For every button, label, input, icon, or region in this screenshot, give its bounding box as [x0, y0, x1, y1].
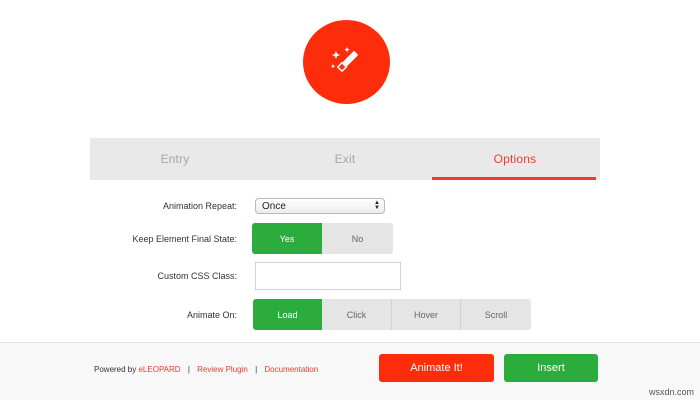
tab-options[interactable]: Options [430, 138, 600, 180]
tab-exit[interactable]: Exit [260, 138, 430, 180]
select-arrows-icon: ▲ ▼ [374, 200, 380, 211]
magic-wand-icon [330, 47, 358, 73]
final-state-toggle: Yes No [252, 223, 393, 254]
final-state-yes[interactable]: Yes [252, 223, 322, 254]
animation-repeat-select[interactable]: Once ▲ ▼ [255, 198, 385, 214]
animate-on-load[interactable]: Load [253, 299, 322, 330]
tab-entry[interactable]: Entry [90, 138, 260, 180]
custom-css-class-input[interactable] [255, 262, 401, 290]
animate-on-segment: Load Click Hover Scroll [253, 299, 531, 330]
powered-by-text: Powered by [94, 365, 137, 374]
documentation-link[interactable]: Documentation [264, 365, 318, 374]
watermark-text: wsxdn.com [648, 387, 694, 397]
review-plugin-link[interactable]: Review Plugin [197, 365, 248, 374]
final-state-no[interactable]: No [322, 223, 393, 254]
animate-on-click[interactable]: Click [322, 299, 391, 330]
magic-wand-badge [303, 20, 390, 104]
animate-on-scroll[interactable]: Scroll [460, 299, 531, 330]
animate-on-hover[interactable]: Hover [391, 299, 460, 330]
eleopard-link[interactable]: eLEOPARD [138, 365, 180, 374]
separator: | [187, 365, 190, 374]
animation-repeat-value: Once [262, 200, 286, 212]
footer-bar: Powered by eLEOPARD | Review Plugin | Do… [0, 342, 700, 400]
insert-button[interactable]: Insert [504, 354, 598, 382]
animate-it-button[interactable]: Animate It! [379, 354, 494, 382]
tab-bar: Entry Exit Options [90, 138, 600, 180]
credits: Powered by eLEOPARD | Review Plugin | Do… [94, 365, 318, 374]
animation-repeat-label: Animation Repeat: [162, 201, 237, 211]
final-state-label: Keep Element Final State: [132, 234, 237, 244]
animate-on-label: Animate On: [186, 310, 237, 320]
separator: | [255, 365, 258, 374]
custom-css-class-label: Custom CSS Class: [157, 271, 237, 281]
